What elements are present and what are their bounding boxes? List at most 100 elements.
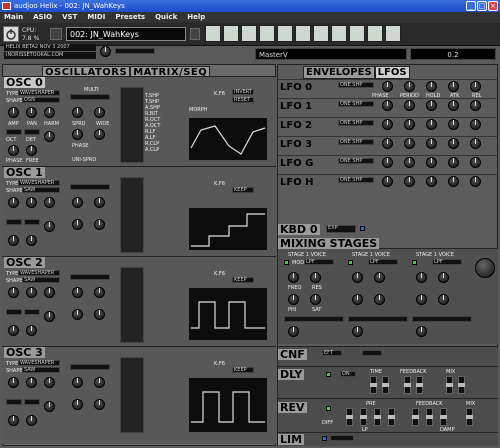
release-knob[interactable] [470, 157, 481, 168]
lfo-shape-select[interactable]: ONE SHP [338, 120, 374, 126]
rev-slider-5[interactable] [412, 408, 419, 426]
amp-knob[interactable] [8, 377, 19, 388]
multi-field[interactable] [70, 184, 110, 190]
drive-knob[interactable] [416, 326, 427, 337]
release-knob[interactable] [470, 138, 481, 149]
oct-field[interactable] [6, 129, 22, 135]
freq-knob[interactable] [352, 272, 363, 283]
mod-matrix-column[interactable] [120, 357, 144, 433]
rev-slider-2[interactable] [360, 408, 367, 426]
kbd-label[interactable]: KBD 0 [278, 224, 320, 235]
det-field[interactable] [24, 219, 40, 225]
harm-knob[interactable] [44, 287, 55, 298]
phi-knob[interactable] [288, 294, 299, 305]
mix-output-knob[interactable] [475, 258, 495, 278]
shape-select[interactable]: SAW [22, 187, 60, 193]
mod-matrix-column[interactable] [120, 87, 144, 163]
phi-knob[interactable] [352, 294, 363, 305]
pan-knob[interactable] [26, 377, 37, 388]
phase-knob[interactable] [8, 415, 19, 426]
maximize-button[interactable]: □ [477, 1, 487, 11]
phase-knob[interactable] [382, 138, 393, 149]
lfo-name[interactable]: LFO 1 [280, 102, 312, 112]
amp-knob[interactable] [8, 197, 19, 208]
period-knob[interactable] [404, 81, 415, 92]
period-knob[interactable] [404, 100, 415, 111]
menu-quick[interactable]: Quick [155, 12, 177, 23]
tool-button-3[interactable] [241, 25, 257, 42]
uni-phase-knob[interactable] [72, 399, 83, 410]
res-knob[interactable] [374, 272, 385, 283]
time-slider-2[interactable] [382, 376, 389, 394]
tool-button-1[interactable] [205, 25, 221, 42]
tab-lfos[interactable]: LFOS [374, 66, 410, 79]
lfo-shape-select[interactable]: ONE SHP [338, 101, 374, 107]
dly-label[interactable]: DLY [278, 369, 305, 380]
wide-knob[interactable] [94, 287, 105, 298]
cnf-select-2[interactable] [362, 350, 382, 356]
stage-shape-select[interactable] [284, 316, 344, 322]
rev-mix-slider[interactable] [466, 408, 473, 426]
amp-knob[interactable] [8, 107, 19, 118]
type-select[interactable]: WAVESHAPER [18, 360, 60, 366]
hold-knob[interactable] [426, 157, 437, 168]
period-knob[interactable] [404, 138, 415, 149]
uni-phase-knob[interactable] [72, 129, 83, 140]
uni-phase-knob[interactable] [72, 219, 83, 230]
mix-slider-2[interactable] [458, 376, 465, 394]
tool-button-4[interactable] [259, 25, 275, 42]
free-knob[interactable] [26, 235, 37, 246]
uni-free-knob[interactable] [94, 219, 105, 230]
lim-led[interactable] [322, 436, 327, 441]
filter-mode-select[interactable]: LPF [304, 259, 334, 265]
det-field[interactable] [24, 309, 40, 315]
uni-free-knob[interactable] [94, 129, 105, 140]
close-button[interactable]: × [488, 1, 498, 11]
det-knob[interactable] [44, 221, 55, 232]
lfo-shape-select[interactable]: ONE SHP [338, 177, 374, 183]
dly-mode[interactable]: ON [340, 371, 356, 377]
lfo-name[interactable]: LFO H [280, 178, 314, 188]
attack-knob[interactable] [448, 81, 459, 92]
harm-knob[interactable] [44, 377, 55, 388]
kbd-led[interactable] [360, 226, 365, 231]
osc-name[interactable]: OSC 0 [4, 77, 45, 88]
tab-envelopes[interactable]: ENVELOPES [303, 66, 375, 79]
phase-knob[interactable] [382, 81, 393, 92]
free-knob[interactable] [26, 145, 37, 156]
attack-knob[interactable] [448, 119, 459, 130]
tool-button-8[interactable] [331, 25, 347, 42]
release-knob[interactable] [470, 100, 481, 111]
lfo-name[interactable]: LFO 2 [280, 121, 312, 131]
keep-button[interactable]: KEEP [232, 187, 254, 193]
cnf-label[interactable]: CNF [278, 349, 307, 360]
phase-knob[interactable] [8, 325, 19, 336]
stage-3-led[interactable] [412, 260, 417, 265]
tool-button-10[interactable] [367, 25, 383, 42]
det-knob[interactable] [44, 311, 55, 322]
sat-knob[interactable] [310, 294, 321, 305]
osc-name[interactable]: OSC 2 [4, 257, 45, 268]
filter-mode-select[interactable]: LPF [432, 259, 462, 265]
spread-knob[interactable] [72, 287, 83, 298]
shape-select[interactable]: SAW [22, 277, 60, 283]
rev-slider-1[interactable] [346, 408, 353, 426]
freq-knob[interactable] [416, 272, 427, 283]
sat-knob[interactable] [374, 294, 385, 305]
free-knob[interactable] [26, 325, 37, 336]
preset-menu-button[interactable] [190, 28, 200, 40]
phase-knob[interactable] [382, 157, 393, 168]
harm-knob[interactable] [44, 107, 55, 118]
attack-knob[interactable] [448, 176, 459, 187]
rev-label[interactable]: REV [278, 402, 307, 413]
det-field[interactable] [24, 129, 40, 135]
release-knob[interactable] [470, 119, 481, 130]
res-knob[interactable] [438, 272, 449, 283]
power-icon[interactable] [3, 26, 19, 42]
pan-knob[interactable] [26, 287, 37, 298]
keep-button[interactable]: KEEP [232, 277, 254, 283]
preset-prev-button[interactable] [50, 28, 62, 40]
period-knob[interactable] [404, 119, 415, 130]
keep-button[interactable]: KEEP [232, 367, 254, 373]
lfo-shape-select[interactable]: ONE SHP [338, 139, 374, 145]
